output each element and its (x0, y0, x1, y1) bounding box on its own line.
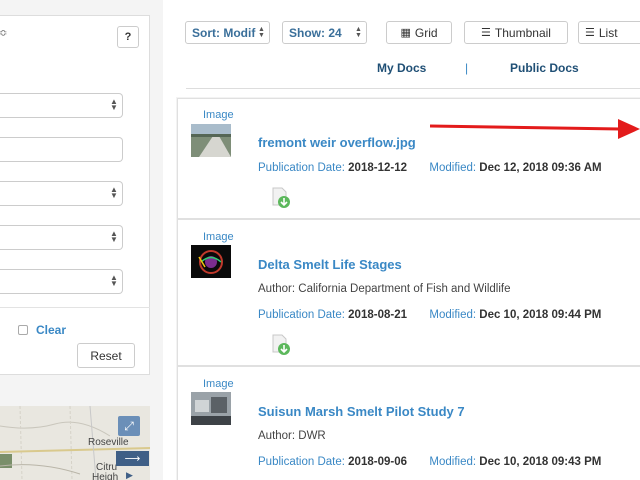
annotation-arrow-icon (430, 119, 640, 139)
map-toggle-button[interactable]: ⟶ (116, 451, 149, 466)
expand-icon[interactable]: ⤢ (118, 416, 140, 436)
thumbnail-view-button[interactable]: ☰ Thumbnail (464, 21, 568, 44)
filter-select-4[interactable]: ▲ ▼ (0, 269, 123, 294)
clear-checkbox[interactable] (18, 325, 28, 335)
help-button[interactable]: ? (117, 26, 139, 48)
thumbnail-list-icon: ☰ (481, 27, 491, 39)
divider (0, 307, 150, 308)
doc-meta: Publication Date: 2018-12-12 Modified: D… (258, 162, 602, 174)
download-icon[interactable] (270, 187, 292, 209)
show-select[interactable]: Show: 24 ▲ ▼ (282, 21, 367, 44)
doc-title-link[interactable]: Delta Smelt Life Stages (258, 257, 402, 272)
doc-type-label: Image (203, 231, 234, 243)
app-root: ≎ ? ▲ ▼ ▲ ▼ ▲ ▼ ▲ ▼ Clear Reset Roseville Ci… (0, 0, 640, 480)
map-label-roseville: Roseville (88, 437, 129, 448)
grid-icon: ▦ (400, 27, 411, 39)
select-caret-icon: ▲ ▼ (110, 229, 118, 244)
filter-select-2[interactable]: ▲ ▼ (0, 181, 123, 206)
grid-label: Grid (414, 25, 438, 40)
doc-author: Author: California Department of Fish an… (258, 283, 511, 295)
select-caret-icon: ▲ ▼ (110, 97, 118, 112)
list-view-button[interactable]: ☰ List (578, 21, 640, 44)
doc-type-label: Image (203, 109, 234, 121)
reset-button[interactable]: Reset (77, 343, 135, 368)
tab-public-docs[interactable]: Public Docs (510, 61, 579, 75)
doc-title-link[interactable]: fremont weir overflow.jpg (258, 135, 416, 150)
clear-link[interactable]: Clear (36, 323, 66, 337)
doc-thumbnail[interactable] (191, 392, 231, 425)
doc-thumbnail[interactable] (191, 124, 231, 157)
tab-my-docs[interactable]: My Docs (377, 61, 426, 75)
tabs-underline (186, 88, 640, 89)
map-marker-icon: ▶ (126, 470, 133, 480)
tab-divider: | (465, 61, 469, 75)
show-label: Show: 24 (289, 25, 342, 40)
list-item[interactable]: Image Delta Smelt Life Stages Author: Ca… (177, 219, 640, 366)
select-caret-icon: ▲ ▼ (258, 26, 265, 39)
sort-label: Sort: Modif (192, 25, 256, 40)
filter-select-1[interactable]: ▲ ▼ (0, 93, 123, 118)
sort-select[interactable]: Sort: Modif ▲ ▼ (185, 21, 270, 44)
doc-type-label: Image (203, 378, 234, 390)
doc-title-link[interactable]: Suisun Marsh Smelt Pilot Study 7 (258, 404, 465, 419)
doc-author: Author: DWR (258, 430, 326, 442)
map-label-heights: Heigh (92, 472, 119, 480)
select-caret-icon: ▲ ▼ (110, 185, 118, 200)
select-caret-icon: ▲ ▼ (355, 26, 362, 39)
filter-select-3[interactable]: ▲ ▼ (0, 225, 123, 250)
doc-meta: Publication Date: 2018-09-06 Modified: D… (258, 456, 602, 468)
collapse-icon[interactable]: ≎ (0, 28, 7, 39)
thumbnail-label: Thumbnail (494, 25, 551, 40)
download-icon[interactable] (270, 334, 292, 356)
doc-meta: Publication Date: 2018-08-21 Modified: D… (258, 309, 602, 321)
list-item[interactable]: Image Suisun Marsh Smelt Pilot Study 7 A… (177, 366, 640, 480)
list-label: List (598, 25, 618, 40)
grid-view-button[interactable]: ▦ Grid (386, 21, 452, 44)
list-icon: ☰ (585, 27, 595, 39)
doc-thumbnail[interactable] (191, 245, 231, 278)
filter-text-input[interactable] (0, 137, 123, 162)
select-caret-icon: ▲ ▼ (110, 273, 118, 288)
